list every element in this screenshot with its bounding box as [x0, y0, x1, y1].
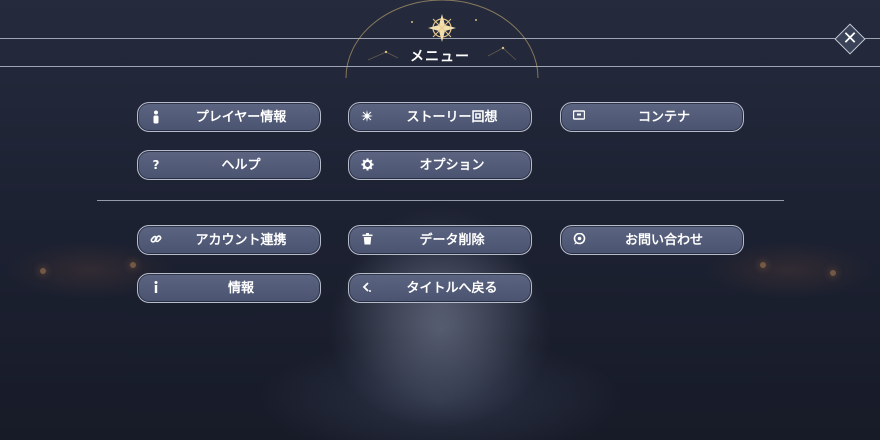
back-to-title-button[interactable]: タイトルへ戻る	[348, 273, 532, 303]
compass-emblem	[345, 0, 539, 79]
story-recollection-button[interactable]: ストーリー回想	[348, 102, 532, 132]
contact-label: お問い合わせ	[624, 233, 703, 248]
data-delete-label: データ削除	[419, 233, 485, 248]
help-button[interactable]: ? ヘルプ	[137, 150, 321, 180]
player-info-button[interactable]: プレイヤー情報	[137, 102, 321, 132]
options-label: オプション	[419, 158, 485, 173]
help-label: ヘルプ	[221, 158, 261, 173]
data-delete-button[interactable]: データ削除	[348, 225, 532, 255]
container-button[interactable]: コンテナ	[560, 102, 744, 132]
info-button[interactable]: 情報	[137, 273, 321, 303]
background-lamp	[830, 270, 836, 276]
container-label: コンテナ	[637, 110, 690, 125]
close-button[interactable]: ✕	[834, 23, 866, 55]
back-to-title-label: タイトルへ戻る	[406, 281, 498, 296]
contact-button[interactable]: お問い合わせ	[560, 225, 744, 255]
options-button[interactable]: オプション	[348, 150, 532, 180]
section-divider	[97, 200, 784, 201]
page-title: メニュー	[410, 49, 470, 65]
info-label: 情報	[227, 281, 254, 296]
background-lamp	[40, 268, 46, 274]
background-lamp	[760, 262, 766, 268]
player-info-label: プレイヤー情報	[195, 110, 287, 125]
background-lamp	[130, 262, 136, 268]
account-link-label: アカウント連携	[195, 233, 287, 248]
account-link-button[interactable]: アカウント連携	[137, 225, 321, 255]
close-icon: ✕	[842, 28, 858, 49]
story-recollection-label: ストーリー回想	[406, 110, 498, 125]
